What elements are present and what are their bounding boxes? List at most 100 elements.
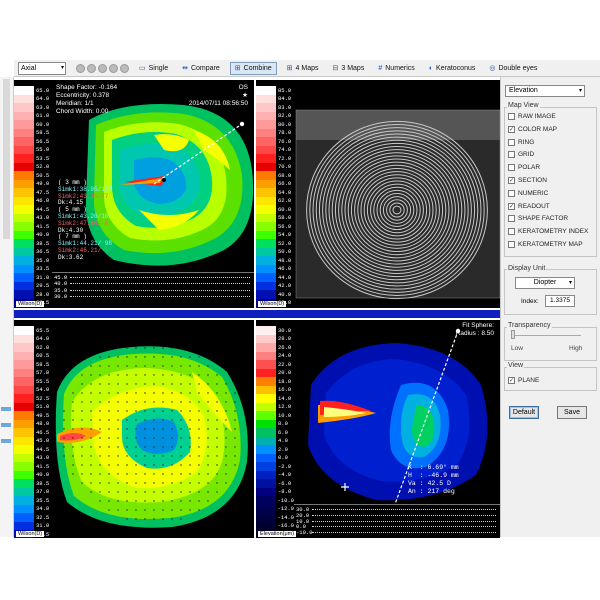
- grid-dot: [135, 446, 137, 448]
- raw-image-panel[interactable]: 85.0 84.0 83.0 82.0 80.0 78.0 76.0 74.0 72.0 70.0…: [256, 80, 500, 308]
- grid-dot: [126, 437, 128, 439]
- left-scrollbar[interactable]: [3, 79, 10, 239]
- grid-dot: [207, 419, 209, 421]
- grid-dot: [189, 401, 191, 403]
- save-button[interactable]: Save: [557, 406, 587, 419]
- checkbox-keratometry-index[interactable]: KERATOMETRY INDEX: [508, 228, 588, 236]
- grid-dot: [108, 410, 110, 412]
- checkbox-shape-factor[interactable]: SHAPE FACTOR: [508, 215, 569, 223]
- grid-dot: [207, 491, 209, 493]
- grid-dot: [189, 356, 191, 358]
- toolbar-button-combine[interactable]: ⊞ Combine: [229, 61, 277, 75]
- axial-map-panel[interactable]: 65.0 64.0 63.0 61.0 60.0 58.5 56.5 55.0 53.5 52.0…: [14, 80, 254, 308]
- grid-dot: [117, 365, 119, 367]
- checkbox-numeric[interactable]: NUMERIC: [508, 189, 548, 197]
- grid-dot: [135, 482, 137, 484]
- grid-dot: [162, 518, 164, 520]
- grid-dot: [171, 410, 173, 412]
- grid-dot: [72, 428, 74, 430]
- grid-dot: [126, 410, 128, 412]
- map-type-select[interactable]: Axial ▾: [18, 61, 66, 75]
- grid-dot: [144, 365, 146, 367]
- checkbox-readout[interactable]: ✓ READOUT: [508, 202, 550, 210]
- toolbar-button-double-eyes[interactable]: ◎ Double eyes: [485, 62, 541, 75]
- grid-dot: [162, 419, 164, 421]
- grid-dot: [198, 392, 200, 394]
- grid-dot: [153, 356, 155, 358]
- elevation-map-panel[interactable]: 30.0 28.0 26.0 24.0 22.0 20.0 18.0 16.0 14.0 12.0…: [256, 320, 500, 538]
- rotate-icon[interactable]: [109, 63, 118, 73]
- default-button[interactable]: Default: [509, 406, 539, 419]
- checkbox-box: [508, 164, 515, 172]
- graph-gridline: [70, 289, 250, 291]
- checkbox-color-map[interactable]: ✓ COLOR MAP: [508, 125, 557, 133]
- patient-marker: [1, 407, 11, 411]
- grid-dot: [216, 473, 218, 475]
- grid-dot: [99, 419, 101, 421]
- map-kind-value: Elevation: [509, 87, 538, 94]
- toolbar-button-4-maps[interactable]: ⊞ 4 Maps: [283, 62, 323, 75]
- section-graph: 30.0 20.0 10.0 0.0 -10.0: [294, 504, 500, 538]
- reset-icon[interactable]: [120, 63, 129, 73]
- grid-dot: [108, 356, 110, 358]
- grid-dot: [162, 464, 164, 466]
- toolbar-button-numerics[interactable]: # Numerics: [374, 62, 418, 75]
- toolbar-button-single[interactable]: ▭ Single: [135, 62, 172, 75]
- checkbox-box: [508, 215, 515, 223]
- chevron-down-icon: ▾: [60, 64, 64, 71]
- toolbar-button-label: 3 Maps: [341, 64, 365, 72]
- toolbar-button-3-maps[interactable]: ⊟ 3 Maps: [329, 62, 369, 75]
- grid-dot: [144, 518, 146, 520]
- zoom-in-icon[interactable]: [76, 63, 85, 73]
- checkbox-ring[interactable]: RING: [508, 138, 534, 146]
- toolbar-button-label: 4 Maps: [295, 64, 319, 72]
- grid-dot: [180, 347, 182, 349]
- view-title: View: [507, 362, 525, 369]
- grid-dot: [90, 374, 92, 376]
- grid-dot: [189, 455, 191, 457]
- checkbox-raw-image[interactable]: RAW IMAGE: [508, 113, 556, 120]
- grid-dot: [234, 446, 236, 448]
- grid-dot: [207, 437, 209, 439]
- grid-dot: [99, 500, 101, 502]
- grid-dot: [135, 356, 137, 358]
- grid-dot: [189, 482, 191, 484]
- checkbox-polar[interactable]: POLAR: [508, 164, 540, 172]
- slider-handle[interactable]: [511, 330, 515, 339]
- checkbox-section[interactable]: ✓ SECTION: [508, 177, 547, 184]
- grid-dot: [171, 401, 173, 403]
- grid-dot: [144, 410, 146, 412]
- map-kind-select[interactable]: Elevation ▾: [505, 85, 585, 97]
- grid-dot: [126, 392, 128, 394]
- checkbox-keratometry-map[interactable]: KERATOMETRY MAP: [508, 241, 583, 248]
- checkbox-box: ✓: [508, 125, 515, 133]
- grid-dot: [207, 392, 209, 394]
- map-area: 65.0 64.0 63.0 61.0 60.0 58.5 56.5 55.0 53.5 52.0…: [14, 78, 500, 538]
- grid-dot: [189, 419, 191, 421]
- toolbar-button-compare[interactable]: ⇹ Compare: [178, 62, 224, 75]
- grid-dot: [189, 509, 191, 511]
- grid-dot: [117, 401, 119, 403]
- checkbox-label: SHAPE FACTOR: [518, 215, 569, 223]
- grid-dot: [162, 410, 164, 412]
- zoom-out-icon[interactable]: [87, 63, 96, 73]
- grid-dot: [126, 428, 128, 430]
- grid-dot: [135, 428, 137, 430]
- grid-dot: [144, 419, 146, 421]
- checkbox-grid[interactable]: GRID: [508, 151, 534, 159]
- pan-icon[interactable]: [98, 63, 107, 73]
- checkbox-box: ✓: [508, 202, 515, 210]
- index-input[interactable]: 1.3375: [545, 295, 575, 307]
- curvature-map-panel[interactable]: 65.5 64.0 62.0 60.5 58.5 57.0 55.5 54.0 52.5 51.0…: [14, 320, 254, 538]
- grid-dot: [225, 383, 227, 385]
- grid-dot: [135, 464, 137, 466]
- right-sidebar: Elevation ▾ Map View RAW IMAGE ✓ COLOR MAP…: [500, 77, 600, 537]
- grid-dot: [99, 410, 101, 412]
- checkbox-label: KERATOMETRY MAP: [518, 241, 583, 248]
- display-unit-select[interactable]: Diopter ▾: [515, 277, 575, 289]
- transparency-slider[interactable]: [511, 335, 581, 336]
- plane-checkbox[interactable]: ✓ PLANE: [508, 377, 539, 384]
- checkbox-box: [508, 113, 515, 120]
- toolbar-button-keratoconus[interactable]: ◐ Keratoconus: [425, 62, 480, 75]
- grid-dot: [225, 482, 227, 484]
